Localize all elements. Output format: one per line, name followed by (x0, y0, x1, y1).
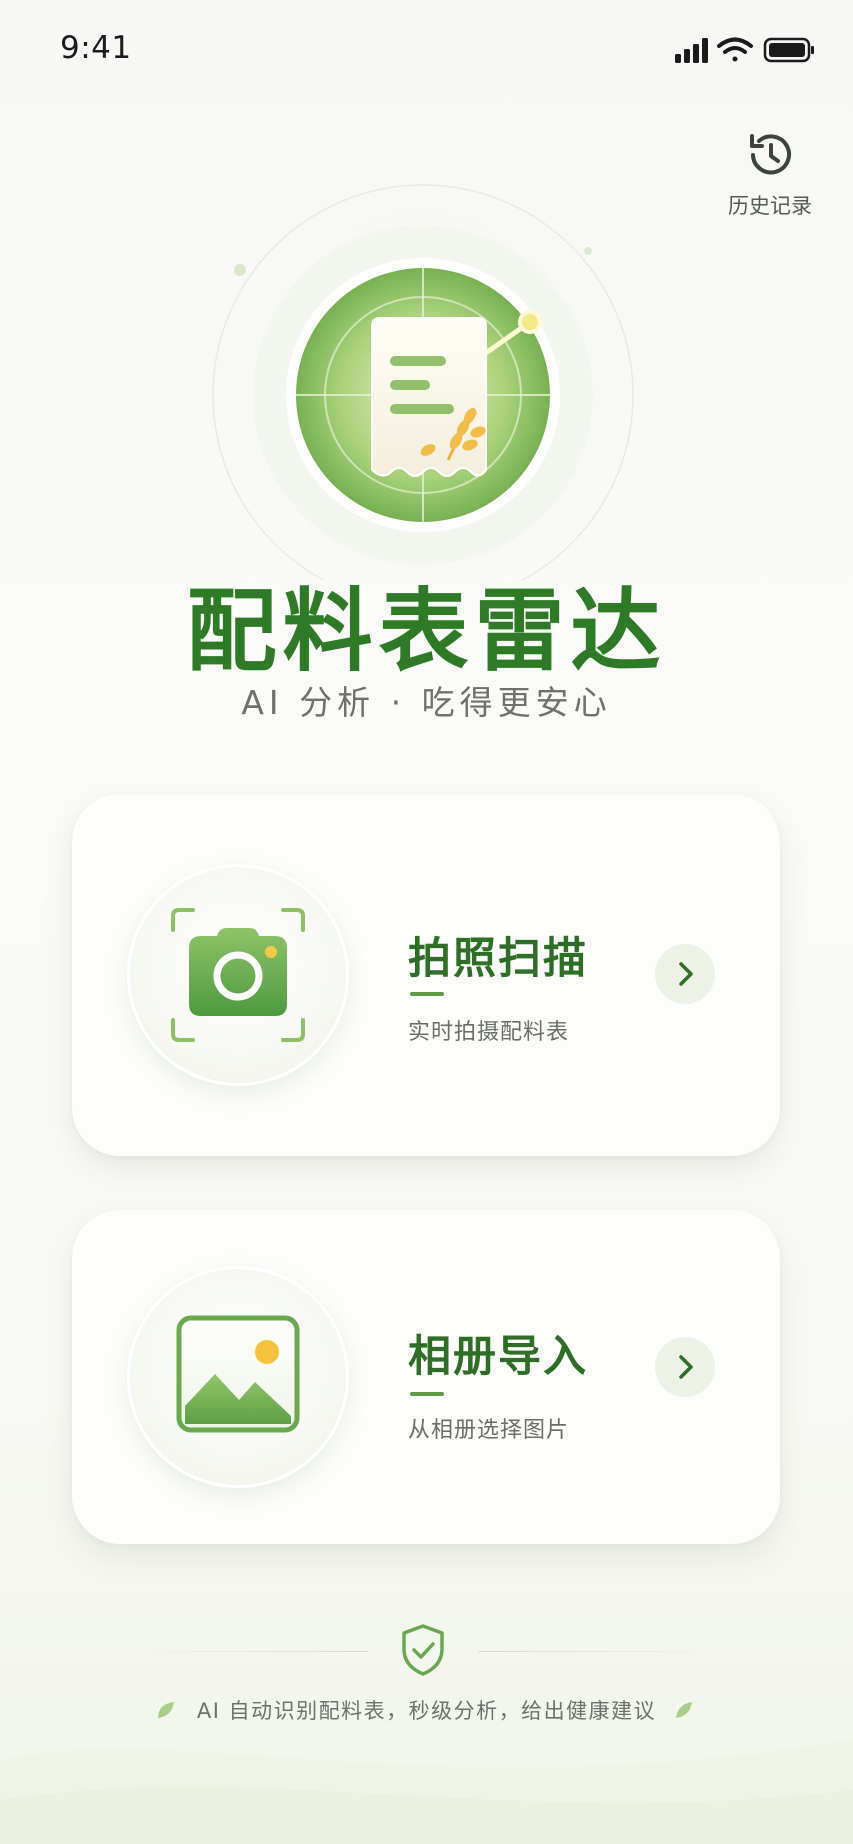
album-import-card[interactable]: 相册导入 从相册选择图片 (72, 1210, 780, 1544)
image-icon-badge (127, 1266, 349, 1488)
deco-dot (234, 264, 246, 276)
shield-check-icon (402, 1624, 444, 1676)
image-icon (176, 1315, 300, 1433)
album-import-description: 从相册选择图片 (408, 1418, 570, 1443)
divider (128, 1651, 368, 1652)
chevron-right-icon (679, 1355, 693, 1379)
status-time: 9:41 (60, 30, 132, 66)
app-subtitle: AI 分析 · 吃得更安心 (241, 683, 612, 722)
album-import-title: 相册导入 (408, 1332, 588, 1382)
status-bar: 9:41 (0, 0, 853, 100)
app-title: 配料表雷达 (186, 579, 667, 684)
chevron-right-icon (679, 962, 693, 986)
album-import-arrow-button[interactable] (655, 1337, 715, 1397)
photo-scan-description: 实时拍摄配料表 (408, 1020, 570, 1045)
photo-scan-card[interactable]: 拍照扫描 实时拍摄配料表 (72, 794, 780, 1156)
wifi-icon (717, 37, 753, 62)
title-underline (410, 992, 444, 996)
photo-scan-title: 拍照扫描 (408, 934, 588, 984)
signal-icon (675, 38, 708, 63)
battery-icon (763, 37, 814, 63)
divider (478, 1651, 728, 1652)
radar-logo (208, 180, 638, 580)
radar-blip (518, 310, 542, 334)
footer-tagline: AI 自动识别配料表，秒级分析，给出健康建议 (196, 1699, 657, 1723)
status-icons (675, 34, 815, 70)
title-underline (410, 1392, 444, 1396)
camera-icon-badge (127, 864, 349, 1086)
receipt-icon (371, 317, 487, 477)
photo-scan-arrow-button[interactable] (655, 944, 715, 1004)
camera-icon (171, 908, 305, 1042)
leaf-icon (676, 1702, 692, 1718)
deco-dot (584, 247, 592, 255)
